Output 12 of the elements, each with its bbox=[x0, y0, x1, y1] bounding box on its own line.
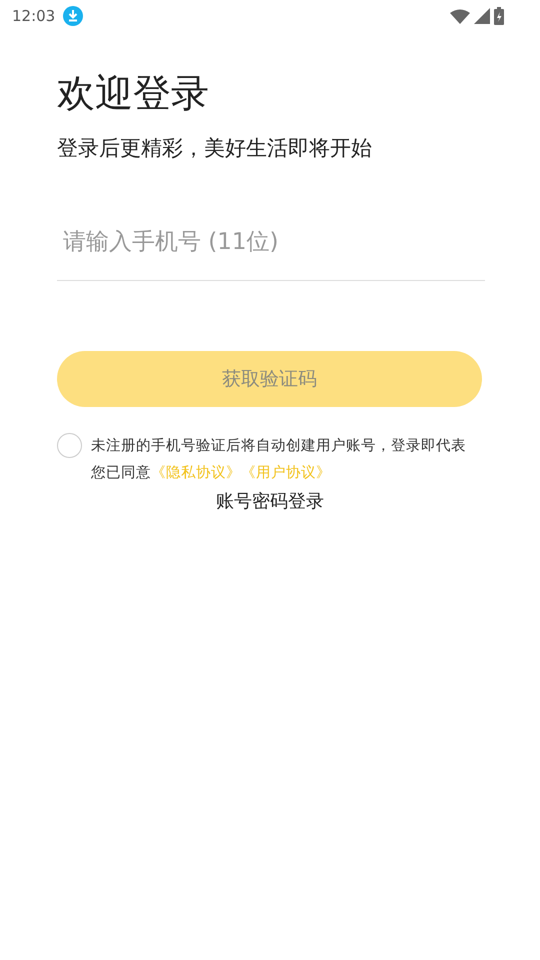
agreement-link[interactable]: 《用户协议》 bbox=[241, 465, 331, 481]
password-login-link[interactable]: 账号密码登录 bbox=[216, 489, 324, 513]
download-icon bbox=[63, 6, 84, 26]
page-title: 欢迎登录 bbox=[57, 70, 210, 117]
signal-icon bbox=[474, 8, 490, 24]
agreement-checkbox[interactable] bbox=[57, 433, 82, 458]
wifi-icon bbox=[450, 8, 470, 24]
agreement-text: 未注册的手机号验证后将自动创建用户账号，登录即代表您已同意《隐私协议》《用户协议》 bbox=[91, 436, 467, 483]
battery-icon bbox=[494, 7, 504, 25]
subtitle: 登录后更精彩，美好生活即将开始 bbox=[57, 135, 373, 162]
status-time: 12:03 bbox=[12, 7, 56, 25]
agreement-link[interactable]: 《隐私协议》 bbox=[151, 465, 241, 481]
